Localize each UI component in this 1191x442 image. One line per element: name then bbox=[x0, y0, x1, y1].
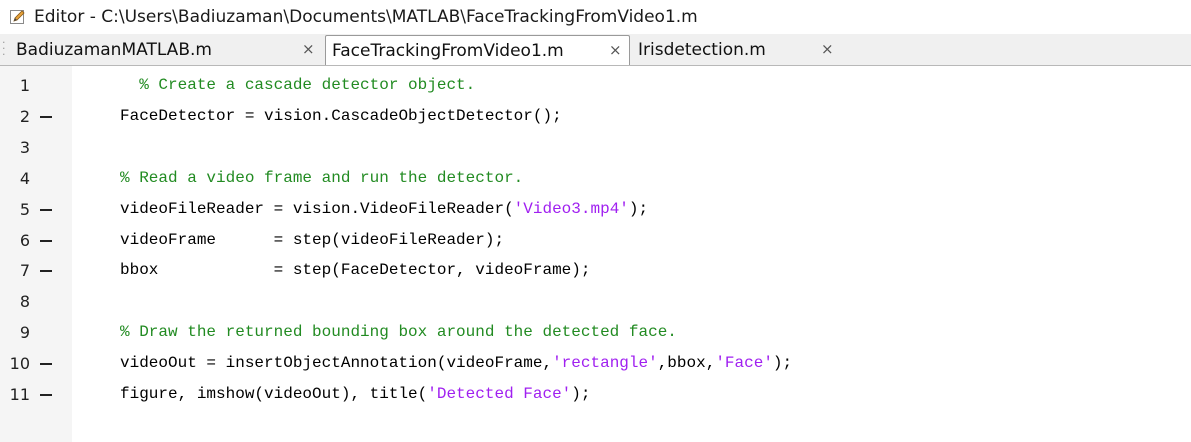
breakpoint-dash-icon[interactable] bbox=[40, 394, 52, 396]
code-line-row[interactable]: 8 bbox=[0, 286, 1191, 317]
code-line-row[interactable]: 4 % Read a video frame and run the detect… bbox=[0, 163, 1191, 194]
tab-close-icon[interactable]: × bbox=[821, 42, 834, 57]
matlab-editor-window: Editor - C:\Users\Badiuzaman\Documents\M… bbox=[0, 0, 1191, 442]
line-number: 2 bbox=[19, 106, 30, 126]
code-line-row[interactable]: 1 % Create a cascade detector object. bbox=[0, 70, 1191, 101]
line-number: 6 bbox=[19, 230, 30, 250]
code-line-row[interactable]: 5 videoFileReader = vision.VideoFileReade… bbox=[0, 194, 1191, 225]
breakpoint-dash-icon[interactable] bbox=[40, 239, 52, 242]
breakpoint-dash-icon[interactable] bbox=[40, 115, 52, 118]
code-token: ); bbox=[571, 385, 591, 403]
tab-facetrackingfromvideo1[interactable]: FaceTrackingFromVideo1.m × bbox=[325, 35, 630, 65]
code-editor[interactable]: 1 % Create a cascade detector object. 2 Fa… bbox=[0, 66, 1191, 442]
string-literal: 'rectangle' bbox=[552, 354, 658, 373]
code-line-row[interactable]: 10 videoOut = insertObjectAnnotation(vide… bbox=[0, 348, 1191, 379]
line-number: 11 bbox=[9, 385, 30, 404]
code-token: ,bbox, bbox=[657, 354, 716, 373]
code-text[interactable]: % Read a video frame and run the detecto… bbox=[120, 163, 523, 194]
code-text[interactable]: videoFrame = step(videoFileReader); bbox=[120, 225, 504, 256]
tab-bar-grip-icon[interactable]: · · · bbox=[2, 37, 8, 60]
code-token: figure, imshow(videoOut), title( bbox=[120, 385, 428, 403]
line-number: 8 bbox=[19, 292, 30, 312]
code-line-row[interactable]: 6 videoFrame = step(videoFileReader); bbox=[0, 225, 1191, 256]
line-number: 9 bbox=[19, 323, 30, 343]
tab-label: BadiuzamanMATLAB.m bbox=[16, 39, 212, 60]
code-token: videoFileReader = vision.VideoFileReader… bbox=[120, 199, 514, 218]
code-line-row[interactable]: 7 bbox = step(FaceDetector, videoFrame); bbox=[0, 255, 1191, 286]
line-number: 1 bbox=[19, 76, 30, 95]
line-number: 3 bbox=[19, 137, 30, 157]
code-line-row[interactable]: 3 bbox=[0, 132, 1191, 163]
code-line-row[interactable]: 9 % Draw the returned bounding box around… bbox=[0, 317, 1191, 348]
code-text[interactable]: videoFileReader = vision.VideoFileReader… bbox=[120, 194, 648, 225]
line-number: 4 bbox=[19, 168, 30, 188]
code-token: videoOut = insertObjectAnnotation(videoF… bbox=[120, 354, 553, 373]
tab-badiuzamanmatlab[interactable]: BadiuzamanMATLAB.m × bbox=[10, 34, 322, 65]
window-title: Editor - C:\Users\Badiuzaman\Documents\M… bbox=[34, 7, 698, 27]
tab-irisdetection[interactable]: Irisdetection.m × bbox=[632, 34, 842, 65]
code-line-row[interactable]: 11 figure, imshow(videoOut), title('Detec… bbox=[0, 379, 1191, 410]
code-text[interactable]: bbox = step(FaceDetector, videoFrame); bbox=[120, 255, 590, 286]
code-line-row[interactable]: 2 FaceDetector = vision.CascadeObjectDete… bbox=[0, 101, 1191, 132]
breakpoint-dash-icon[interactable] bbox=[40, 363, 52, 366]
code-text[interactable]: videoOut = insertObjectAnnotation(videoF… bbox=[120, 348, 792, 379]
code-token: ); bbox=[772, 354, 793, 373]
line-number: 7 bbox=[19, 261, 30, 281]
string-literal: 'Detected Face' bbox=[427, 385, 572, 403]
line-number: 5 bbox=[19, 199, 30, 219]
tab-bar: · · · BadiuzamanMATLAB.m × FaceTrackingFro… bbox=[0, 34, 1191, 66]
editor-pencil-icon bbox=[8, 0, 28, 34]
breakpoint-dash-icon[interactable] bbox=[40, 270, 52, 273]
code-text[interactable]: figure, imshow(videoOut), title('Detecte… bbox=[120, 379, 590, 410]
code-text[interactable]: % Create a cascade detector object. bbox=[120, 70, 475, 101]
string-literal: 'Video3.mp4' bbox=[513, 199, 629, 218]
tab-label: Irisdetection.m bbox=[638, 39, 766, 60]
title-bar: Editor - C:\Users\Badiuzaman\Documents\M… bbox=[0, 0, 1191, 34]
string-literal: 'Face' bbox=[715, 354, 773, 373]
code-token: ); bbox=[628, 199, 649, 218]
breakpoint-dash-icon[interactable] bbox=[40, 208, 52, 211]
code-text[interactable]: % Draw the returned bounding box around … bbox=[120, 317, 677, 348]
tab-close-icon[interactable]: × bbox=[609, 43, 622, 58]
line-number: 10 bbox=[9, 354, 30, 374]
tab-close-icon[interactable]: × bbox=[302, 42, 315, 57]
code-text[interactable]: FaceDetector = vision.CascadeObjectDetec… bbox=[120, 101, 562, 132]
tab-label: FaceTrackingFromVideo1.m bbox=[332, 40, 564, 61]
